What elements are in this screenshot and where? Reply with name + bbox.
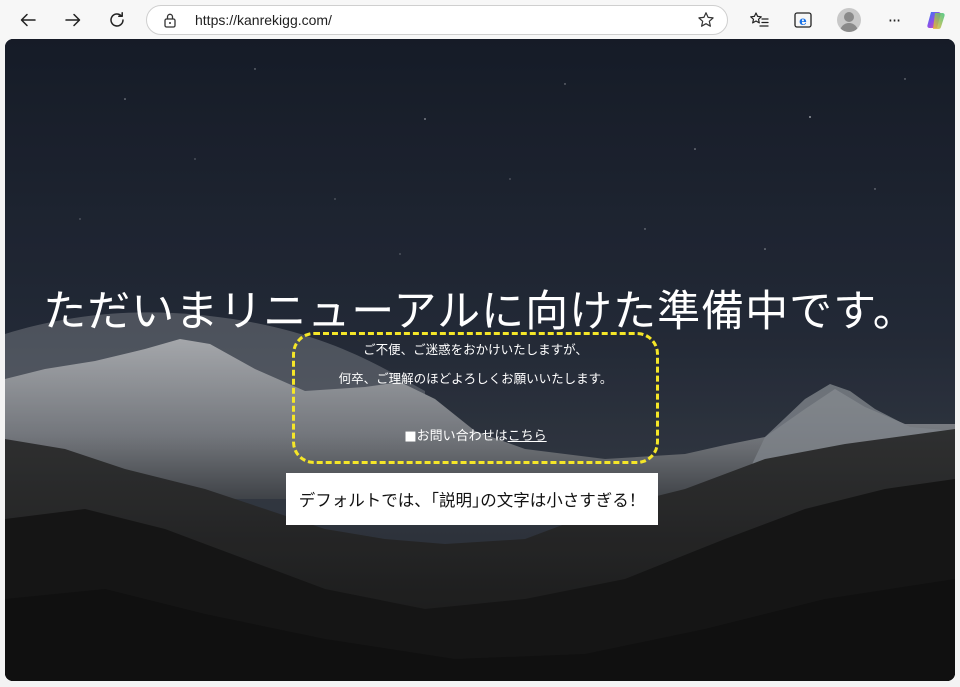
favorites-list-icon[interactable] bbox=[743, 4, 775, 36]
more-menu-icon[interactable]: ··· bbox=[878, 4, 910, 36]
favorite-star-icon[interactable] bbox=[697, 11, 715, 33]
page-headline: ただいまリニューアルに向けた準備中です。 bbox=[43, 287, 917, 337]
copilot-icon[interactable] bbox=[920, 4, 952, 36]
highlight-dashed-box bbox=[292, 332, 659, 464]
browser-toolbar: https://kanrekigg.com/ e ··· bbox=[0, 0, 960, 40]
url-text[interactable]: https://kanrekigg.com/ bbox=[195, 6, 332, 34]
profile-avatar-icon[interactable] bbox=[837, 8, 861, 32]
refresh-icon[interactable] bbox=[101, 4, 133, 36]
svg-text:e: e bbox=[799, 14, 807, 28]
address-bar[interactable]: https://kanrekigg.com/ bbox=[146, 5, 728, 35]
back-arrow-icon[interactable] bbox=[12, 4, 44, 36]
forward-arrow-icon[interactable] bbox=[57, 4, 89, 36]
annotation-callout: デフォルトでは、｢説明｣の文字は小さすぎる！ bbox=[286, 473, 658, 525]
lock-icon[interactable] bbox=[163, 12, 177, 32]
page-viewport: ただいまリニューアルに向けた準備中です。 ご不便、ご迷惑をおかけいたしますが、 … bbox=[5, 39, 955, 681]
ie-mode-icon[interactable]: e bbox=[787, 4, 819, 36]
